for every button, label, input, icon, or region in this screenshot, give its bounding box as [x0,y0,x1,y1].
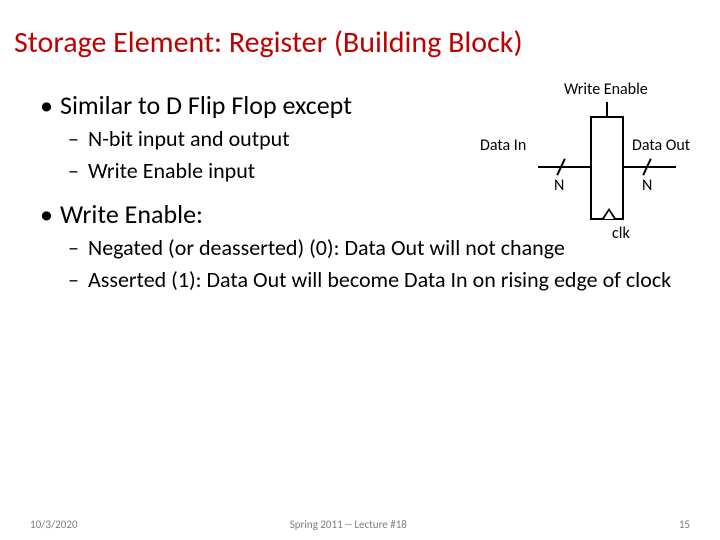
wire-write-enable [606,102,608,116]
clock-triangle-icon [601,208,617,220]
wire-data-in [538,166,590,168]
wire-data-out [624,166,676,168]
write-enable-label: Write Enable [564,80,648,99]
register-box [590,116,624,220]
footer-middle: Spring 2011 -- Lecture #18 [290,518,407,531]
n-in-label: N [554,176,564,195]
clk-label: clk [612,224,630,243]
register-diagram: Write Enable Data In Data Out N N clk [460,80,700,280]
n-out-label: N [642,176,652,195]
footer-date: 10/3/2020 [30,518,78,531]
data-out-label: Data Out [632,136,690,155]
data-in-label: Data In [480,136,526,155]
footer-page-number: 15 [679,518,690,531]
slide-title: Storage Element: Register (Building Bloc… [0,0,720,71]
